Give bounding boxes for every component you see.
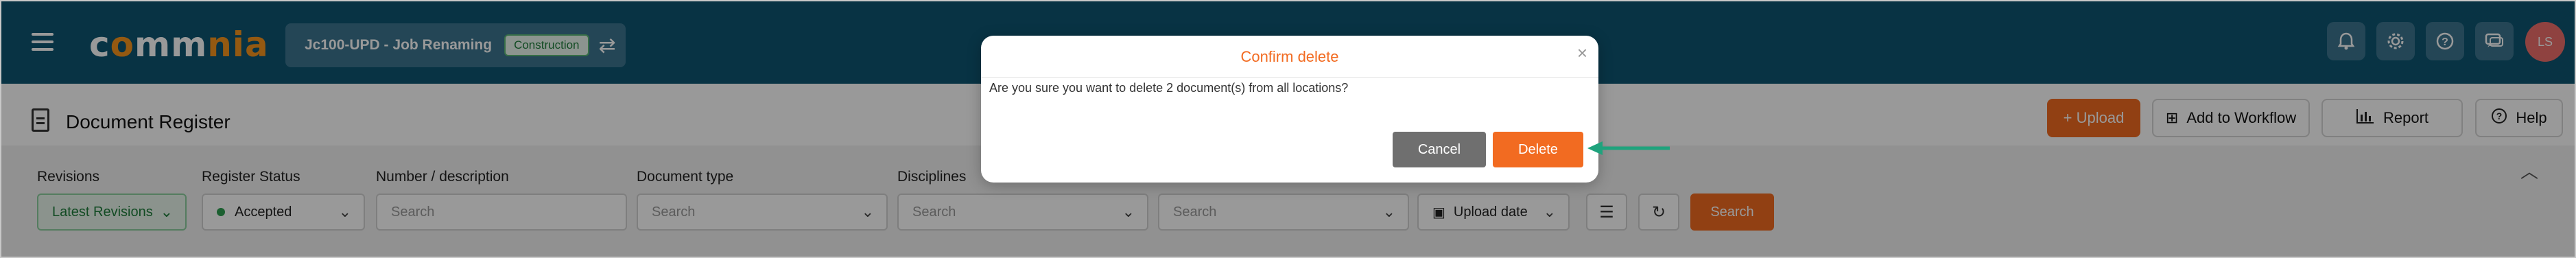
cancel-button[interactable]: Cancel [1393, 132, 1486, 167]
dialog-message: Are you sure you want to delete 2 docume… [989, 81, 1349, 95]
dialog-divider [981, 77, 1598, 78]
dialog-title: Confirm delete [1240, 48, 1339, 65]
confirm-delete-dialog: Confirm delete × Are you sure you want t… [981, 36, 1598, 183]
annotation-arrow-icon [1587, 141, 1670, 155]
close-icon[interactable]: × [1577, 43, 1587, 64]
app-root: commnia Jc100-UPD - Job Renaming Constru… [0, 0, 2576, 258]
delete-button[interactable]: Delete [1493, 132, 1583, 167]
